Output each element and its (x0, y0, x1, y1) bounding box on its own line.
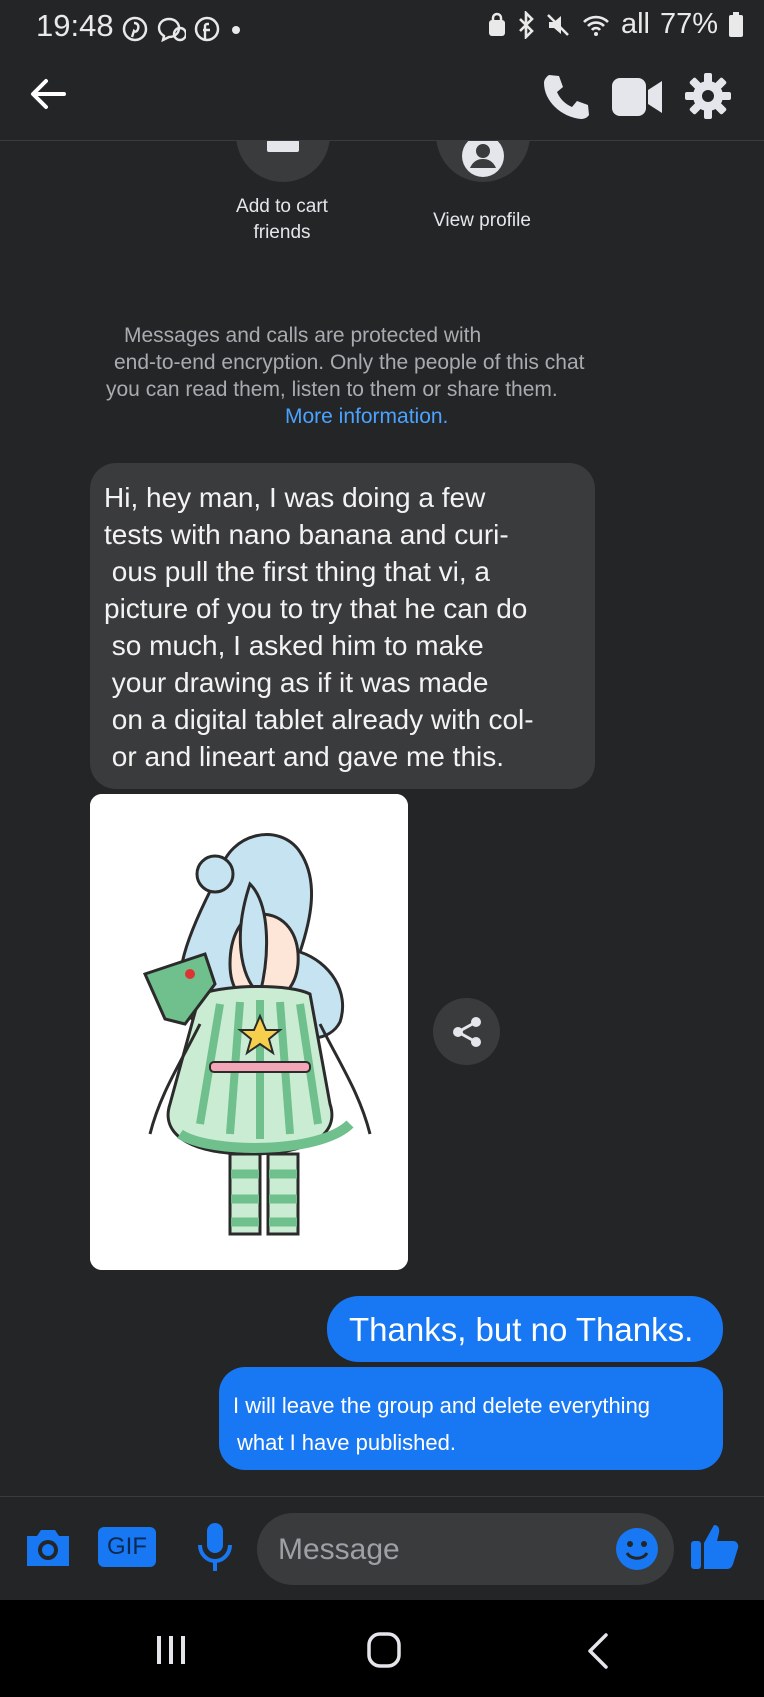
message-line: I will leave the group and delete everyt… (233, 1393, 651, 1418)
recent-apps-icon[interactable] (154, 1634, 188, 1666)
encryption-notice: Messages and calls are protected with en… (100, 322, 660, 430)
messenger-icon (157, 17, 186, 42)
mute-icon (547, 13, 569, 36)
message-line: or and lineart and gave me this. (104, 741, 505, 772)
message-input[interactable]: Message (257, 1513, 674, 1585)
message-line: on a digital tablet already with col- (104, 704, 534, 735)
message-line: Hi, hey man, I was doing a few (104, 482, 486, 513)
more-info-link[interactable]: More information. (100, 403, 660, 430)
thumbs-up-icon[interactable] (689, 1521, 741, 1571)
message-line: picture of you to try that he can do (104, 593, 528, 624)
facebook-icon (194, 16, 220, 42)
camera-icon[interactable] (23, 1526, 73, 1570)
bluetooth-icon (519, 10, 534, 39)
notification-icons (122, 14, 244, 44)
incoming-message-bubble[interactable]: Hi, hey man, I was doing a few tests wit… (90, 463, 595, 789)
message-line: what I have published. (237, 1430, 456, 1455)
back-icon[interactable] (28, 74, 68, 114)
character-illustration (90, 794, 408, 1270)
vpn-lock-icon (488, 12, 505, 36)
message-line: ous pull the first thing that vi, a (104, 556, 490, 587)
dot-icon (232, 26, 240, 34)
audio-call-icon[interactable] (540, 72, 590, 120)
shared-image[interactable] (90, 794, 408, 1270)
message-line: your drawing as if it was made (104, 667, 489, 698)
incoming-message-text: Hi, hey man, I was doing a few tests wit… (104, 479, 584, 775)
message-placeholder: Message (278, 1533, 400, 1566)
outgoing-message-text: Thanks, but no Thanks. (349, 1311, 694, 1348)
back-nav-icon[interactable] (585, 1632, 611, 1670)
system-nav-bar (0, 1600, 764, 1697)
wifi-icon (583, 15, 609, 36)
message-line: so much, I asked him to make (104, 630, 484, 661)
emoji-icon[interactable] (615, 1527, 659, 1571)
status-time: 19:48 (36, 8, 114, 43)
battery-percent: 77% (659, 8, 718, 40)
microphone-icon[interactable] (195, 1521, 235, 1573)
message-line: tests with nano banana and curi- (104, 519, 509, 550)
outgoing-message-text: I will leave the group and delete everyt… (233, 1387, 650, 1461)
gif-button[interactable]: GIF (98, 1527, 156, 1567)
encryption-line: you can read them, listen to them or sha… (106, 378, 558, 401)
video-call-icon[interactable] (611, 76, 663, 118)
share-icon (453, 1017, 481, 1047)
add-friend-label: Add to cart friends (236, 196, 328, 243)
add-friend-icon (267, 140, 299, 152)
settings-icon[interactable] (684, 72, 732, 120)
encryption-line: end-to-end encryption. Only the people o… (114, 351, 585, 374)
outgoing-message-bubble[interactable]: I will leave the group and delete everyt… (219, 1367, 723, 1470)
home-icon[interactable] (366, 1631, 402, 1669)
signal-label: all (620, 8, 650, 40)
system-status: all 77% (487, 8, 744, 41)
share-button[interactable] (433, 998, 500, 1065)
pinterest-icon (122, 16, 148, 42)
header-controls (0, 56, 764, 140)
battery-icon (729, 11, 743, 37)
outgoing-message-bubble[interactable]: Thanks, but no Thanks. (327, 1296, 723, 1362)
view-profile-label: View profile (433, 210, 531, 231)
status-bar: 19:48 all 77% (0, 0, 764, 56)
encryption-line: Messages and calls are protected with (124, 324, 482, 347)
